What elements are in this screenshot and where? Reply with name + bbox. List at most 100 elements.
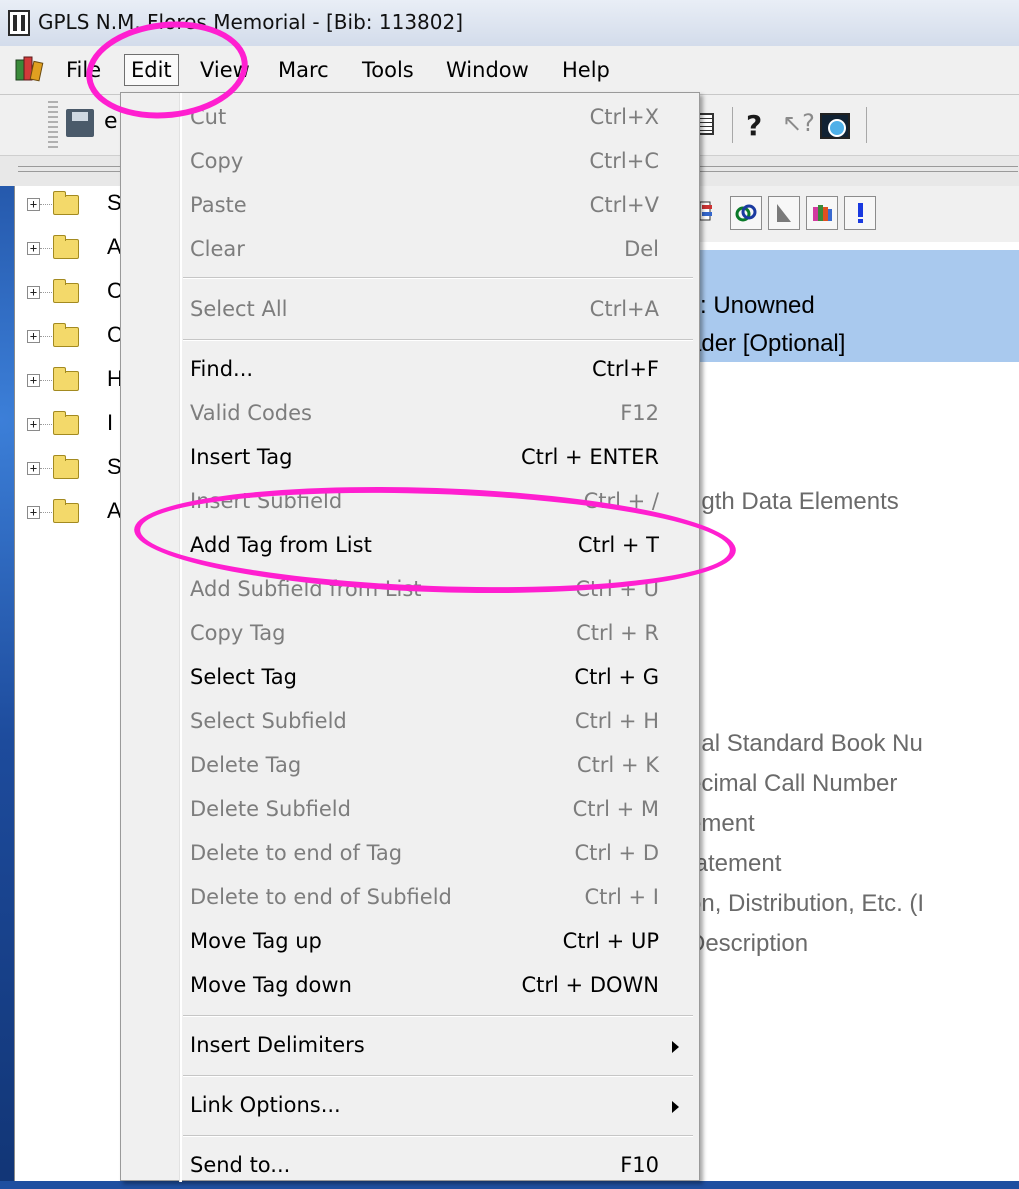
expand-icon[interactable]: + [27, 198, 40, 211]
menu-item-label: Find... [190, 357, 254, 381]
menu-item-shortcut: Ctrl + I [584, 885, 659, 909]
tree-connector [40, 292, 52, 293]
menu-file[interactable]: File [60, 54, 107, 86]
field-line[interactable]: tatement [688, 850, 781, 878]
menu-item-label: Copy Tag [190, 621, 286, 645]
menu-item-select-subfield[interactable]: Select Subfield Ctrl + H [121, 701, 699, 745]
menu-item-paste[interactable]: Paste Ctrl+V [121, 185, 699, 229]
menu-item-delete-to-end-of-tag[interactable]: Delete to end of Tag Ctrl + D [121, 833, 699, 877]
menu-item-shortcut: Ctrl + T [577, 533, 659, 557]
menu-item-shortcut: Ctrl + K [576, 753, 659, 777]
tree-item[interactable]: + A [15, 494, 122, 534]
menu-item-copy-tag[interactable]: Copy Tag Ctrl + R [121, 613, 699, 657]
menu-item-label: Insert Tag [190, 445, 293, 469]
document-icon[interactable] [698, 113, 714, 135]
tree-connector [40, 336, 52, 337]
menu-item-insert-tag[interactable]: Insert Tag Ctrl + ENTER [121, 437, 699, 481]
menu-item-cut[interactable]: Cut Ctrl+X [121, 97, 699, 141]
tree-item[interactable]: + C [15, 274, 123, 314]
expand-icon[interactable]: + [27, 462, 40, 475]
tree-item[interactable]: + I [15, 406, 121, 446]
menu-item-add-subfield-from-list[interactable]: Add Subfield from List Ctrl + U [121, 569, 699, 613]
tree-item[interactable]: + A [15, 230, 122, 270]
camera-icon[interactable] [820, 113, 850, 139]
menu-item-shortcut: Ctrl + U [575, 577, 659, 601]
menu-item-add-tag-from-list[interactable]: Add Tag from List Ctrl + T [121, 525, 699, 569]
menu-item-select-tag[interactable]: Select Tag Ctrl + G [121, 657, 699, 701]
context-help-icon[interactable]: ↖? [782, 109, 815, 137]
tree-item[interactable]: + H [15, 362, 123, 402]
toolbar-separator [732, 107, 733, 143]
menu-help[interactable]: Help [556, 54, 616, 86]
menu-item-label: Insert Subfield [190, 489, 343, 513]
toolbar-grip[interactable] [48, 101, 58, 149]
menu-item-send-to[interactable]: Send to... F10 [121, 1145, 699, 1189]
menu-item-move-tag-up[interactable]: Move Tag up Ctrl + UP [121, 921, 699, 965]
field-line[interactable]: on, Distribution, Etc. (I [688, 890, 924, 918]
submenu-arrow-icon [672, 1041, 679, 1053]
menu-separator [183, 1075, 693, 1077]
record-tree: + S + A + C + C + H + I + S + A [14, 186, 123, 1181]
tree-item[interactable]: + C [15, 318, 123, 358]
menu-item-find[interactable]: Find... Ctrl+F [121, 349, 699, 393]
menu-item-shortcut: Ctrl + G [574, 665, 659, 689]
app-icon [8, 10, 30, 36]
menu-item-clear[interactable]: Clear Del [121, 229, 699, 273]
field-line[interactable]: ngth Data Elements [688, 488, 899, 516]
books-color-icon[interactable] [806, 196, 838, 230]
menu-item-label: Paste [190, 193, 247, 217]
folder-icon [53, 191, 79, 215]
menu-item-valid-codes[interactable]: Valid Codes F12 [121, 393, 699, 437]
expand-icon[interactable]: + [27, 286, 40, 299]
menu-item-copy[interactable]: Copy Ctrl+C [121, 141, 699, 185]
books-icon [15, 56, 44, 82]
tree-item-label: I [107, 410, 114, 435]
menu-item-insert-delimiters[interactable]: Insert Delimiters [121, 1025, 699, 1069]
record-line: ader [Optional] [688, 330, 846, 357]
expand-icon[interactable]: + [27, 330, 40, 343]
field-line[interactable]: ecimal Call Number [688, 770, 897, 798]
menu-item-shortcut: Ctrl+A [589, 297, 659, 321]
menu-item-shortcut: Ctrl + / [583, 489, 659, 513]
expand-icon[interactable]: + [27, 506, 40, 519]
menu-item-label: Select Subfield [190, 709, 347, 733]
expand-icon[interactable]: + [27, 374, 40, 387]
menu-item-insert-subfield[interactable]: Insert Subfield Ctrl + / [121, 481, 699, 525]
menu-tools[interactable]: Tools [356, 54, 420, 86]
menu-marc[interactable]: Marc [272, 54, 335, 86]
link-icon[interactable] [730, 196, 762, 230]
flag-icon[interactable] [768, 196, 800, 230]
tree-connector [40, 424, 52, 425]
menu-item-label: Cut [190, 105, 227, 129]
folder-icon [53, 455, 79, 479]
alert-icon[interactable] [844, 196, 876, 230]
menu-item-label: Send to... [190, 1153, 291, 1177]
expand-icon[interactable]: + [27, 242, 40, 255]
save-icon[interactable] [66, 109, 94, 137]
field-line[interactable]: nal Standard Book Nu [688, 730, 923, 758]
expand-icon[interactable]: + [27, 418, 40, 431]
menu-item-label: Move Tag down [190, 973, 352, 997]
folder-icon [53, 411, 79, 435]
menu-item-label: Select Tag [190, 665, 298, 689]
menu-item-label: Delete Subfield [190, 797, 351, 821]
menu-item-delete-tag[interactable]: Delete Tag Ctrl + K [121, 745, 699, 789]
menu-item-label: Select All [190, 297, 288, 321]
menu-window[interactable]: Window [440, 54, 535, 86]
menu-edit[interactable]: Edit [124, 54, 179, 86]
menu-item-shortcut: F10 [620, 1153, 659, 1177]
menu-item-move-tag-down[interactable]: Move Tag down Ctrl + DOWN [121, 965, 699, 1009]
menu-item-delete-to-end-of-subfield[interactable]: Delete to end of Subfield Ctrl + I [121, 877, 699, 921]
tree-connector [40, 380, 52, 381]
menu-item-delete-subfield[interactable]: Delete Subfield Ctrl + M [121, 789, 699, 833]
menu-item-shortcut: Ctrl+X [589, 105, 659, 129]
help-icon[interactable]: ? [746, 109, 762, 142]
tree-item[interactable]: + S [15, 450, 122, 490]
tree-item[interactable]: + S [15, 186, 122, 226]
tree-connector [40, 248, 52, 249]
menu-item-link-options[interactable]: Link Options... [121, 1085, 699, 1129]
menu-item-select-all[interactable]: Select All Ctrl+A [121, 289, 699, 333]
menu-view[interactable]: View [194, 54, 256, 86]
menu-item-label: Move Tag up [190, 929, 322, 953]
field-line[interactable]: Description [688, 930, 808, 958]
